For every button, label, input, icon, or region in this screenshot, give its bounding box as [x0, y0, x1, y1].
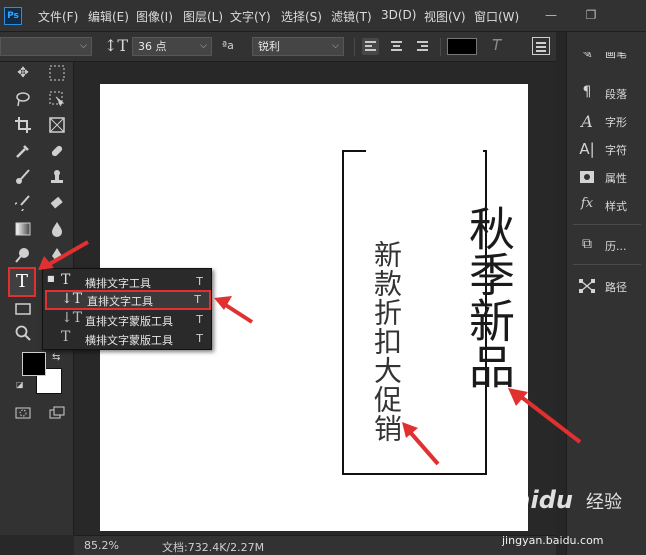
watermark-cn: 经验: [586, 492, 622, 513]
menu-image[interactable]: 图像(I): [136, 8, 173, 25]
character-style-icon: A|: [579, 140, 595, 158]
brush-tool-icon[interactable]: [12, 166, 34, 188]
menu-edit[interactable]: 编辑(E): [88, 8, 129, 25]
align-right-button[interactable]: [414, 38, 431, 55]
panel-character[interactable]: A| 字符: [567, 137, 646, 161]
swap-colors-icon[interactable]: ⇆: [52, 352, 60, 363]
chevron-down-icon: ⌵: [200, 41, 207, 51]
options-bar: ⌵ ↕T 36 点 ⌵ ªa 锐利 ⌵ 𝘛: [0, 32, 646, 62]
type-tool-icon: T: [15, 271, 28, 292]
clone-stamp-icon[interactable]: [46, 166, 68, 188]
annotation-arrow-vertical-type: [214, 296, 254, 324]
history-icon: ⧉: [582, 236, 592, 252]
text-color-swatch[interactable]: [447, 38, 477, 55]
character-panel-toggle-icon[interactable]: [532, 37, 550, 55]
annotation-arrow-type-tool: [38, 240, 89, 270]
history-brush-icon[interactable]: [12, 192, 34, 214]
tool-preset-dropdown[interactable]: ⌵: [0, 37, 92, 56]
foreground-color-swatch[interactable]: [22, 352, 46, 376]
antialias-label: ªa: [222, 39, 234, 52]
properties-icon: [577, 168, 597, 186]
lasso-tool-icon[interactable]: [12, 88, 34, 110]
panel-paragraph[interactable]: ¶ 段落: [567, 81, 646, 105]
vertical-type-mask-icon: ↓T: [61, 310, 83, 326]
object-select-tool-icon[interactable]: [46, 88, 68, 110]
zoom-level[interactable]: 85.2%: [84, 539, 119, 552]
panel-glyphs[interactable]: A 字形: [567, 109, 646, 133]
document-size: 文档:732.4K/2.27M: [162, 541, 265, 554]
annotation-arrow-large-text: [508, 388, 582, 444]
flyout-item-vertical-type-mask[interactable]: ↓T 直排文字蒙版工具 T: [43, 310, 211, 329]
gradient-tool-icon[interactable]: [12, 218, 34, 240]
paragraph-icon: ¶: [582, 84, 592, 100]
menu-view[interactable]: 视图(V): [424, 8, 466, 25]
eraser-tool-icon[interactable]: [46, 192, 68, 214]
annotation-arrow-small-text: [402, 422, 440, 466]
character-icon: A: [581, 112, 593, 131]
menu-layer[interactable]: 图层(L): [183, 8, 223, 25]
horizontal-type-mask-icon: T: [61, 329, 71, 345]
align-center-button[interactable]: [388, 38, 405, 55]
vertical-text-large[interactable]: 秋季新品: [456, 205, 522, 389]
flyout-item-horizontal-type-mask[interactable]: T 横排文字蒙版工具 T: [43, 329, 211, 348]
eyedropper-tool-icon[interactable]: [12, 140, 34, 162]
status-bar: 85.2% 文档:732.4K/2.27M: [74, 535, 556, 555]
type-tool-button[interactable]: T: [8, 267, 36, 297]
move-tool-icon[interactable]: ✥: [12, 62, 34, 84]
chevron-down-icon: ⌵: [332, 41, 339, 51]
screen-mode-icon[interactable]: [46, 402, 68, 424]
align-left-button[interactable]: [362, 38, 379, 55]
quick-mask-icon[interactable]: [12, 402, 34, 424]
menu-type[interactable]: 文字(Y): [230, 8, 271, 25]
crop-tool-icon[interactable]: [12, 114, 34, 136]
blur-tool-icon[interactable]: [46, 218, 68, 240]
panel-brush[interactable]: ✎ 画笔: [567, 52, 646, 66]
panel-styles[interactable]: fx 样式: [567, 193, 646, 217]
menu-select[interactable]: 选择(S): [281, 8, 322, 25]
fx-icon: fx: [580, 196, 594, 211]
panel-paths[interactable]: 路径: [567, 274, 646, 298]
menu-filter[interactable]: 滤镜(T): [331, 8, 372, 25]
chevron-down-icon: ⌵: [80, 41, 87, 51]
baidu-jingyan-watermark: Baidu 经验 jingyan.baidu.com: [494, 482, 646, 555]
panel-dock-divider[interactable]: [556, 32, 566, 555]
menu-bar: Ps 文件(F) 编辑(E) 图像(I) 图层(L) 文字(Y) 选择(S) 滤…: [0, 0, 646, 32]
restore-icon[interactable]: ❐: [576, 4, 606, 26]
horizontal-type-icon: T: [61, 272, 71, 288]
menu-window[interactable]: 窗口(W): [474, 8, 519, 25]
dodge-tool-icon[interactable]: [12, 244, 34, 266]
frame-tool-icon[interactable]: [46, 114, 68, 136]
panel-dock: ✎ 画笔 ¶ 段落 A 字形 A| 字符 属性 fx 样式 ⧉ 历... 路径: [566, 32, 646, 555]
marquee-tool-icon[interactable]: [46, 62, 68, 84]
menu-file[interactable]: 文件(F): [38, 8, 78, 25]
watermark-url: jingyan.baidu.com: [502, 534, 604, 547]
healing-brush-icon[interactable]: [46, 140, 68, 162]
minimize-icon[interactable]: —: [536, 4, 566, 26]
warp-text-icon[interactable]: 𝘛: [492, 36, 512, 55]
flyout-item-vertical-type[interactable]: ↓T 直排文字工具 T: [45, 290, 211, 310]
default-colors-icon[interactable]: ◪: [16, 380, 24, 389]
paths-icon: [577, 277, 597, 295]
toggle-orientation-icon[interactable]: ↕T: [104, 36, 128, 55]
active-tool-marker: ■: [47, 274, 55, 283]
panel-properties[interactable]: 属性: [567, 165, 646, 189]
photoshop-logo: Ps: [4, 7, 22, 25]
vertical-type-icon: ↓T: [61, 291, 83, 307]
font-size-dropdown[interactable]: 36 点 ⌵: [132, 37, 212, 56]
vertical-text-small[interactable]: 新款折扣大促销: [366, 240, 406, 443]
antialias-dropdown[interactable]: 锐利 ⌵: [252, 37, 344, 56]
type-tool-flyout-menu: ■ T 横排文字工具 T ↓T 直排文字工具 T ↓T 直排文字蒙版工具 T T…: [42, 268, 212, 350]
zoom-tool-icon[interactable]: [12, 322, 34, 344]
flyout-item-horizontal-type[interactable]: ■ T 横排文字工具 T: [43, 272, 211, 291]
brush-panel-icon: ✎: [581, 52, 593, 62]
watermark-brand: Baidu: [496, 486, 573, 514]
rectangle-tool-icon[interactable]: [12, 298, 34, 320]
menu-3d[interactable]: 3D(D): [381, 8, 416, 22]
panel-history[interactable]: ⧉ 历...: [567, 233, 646, 257]
